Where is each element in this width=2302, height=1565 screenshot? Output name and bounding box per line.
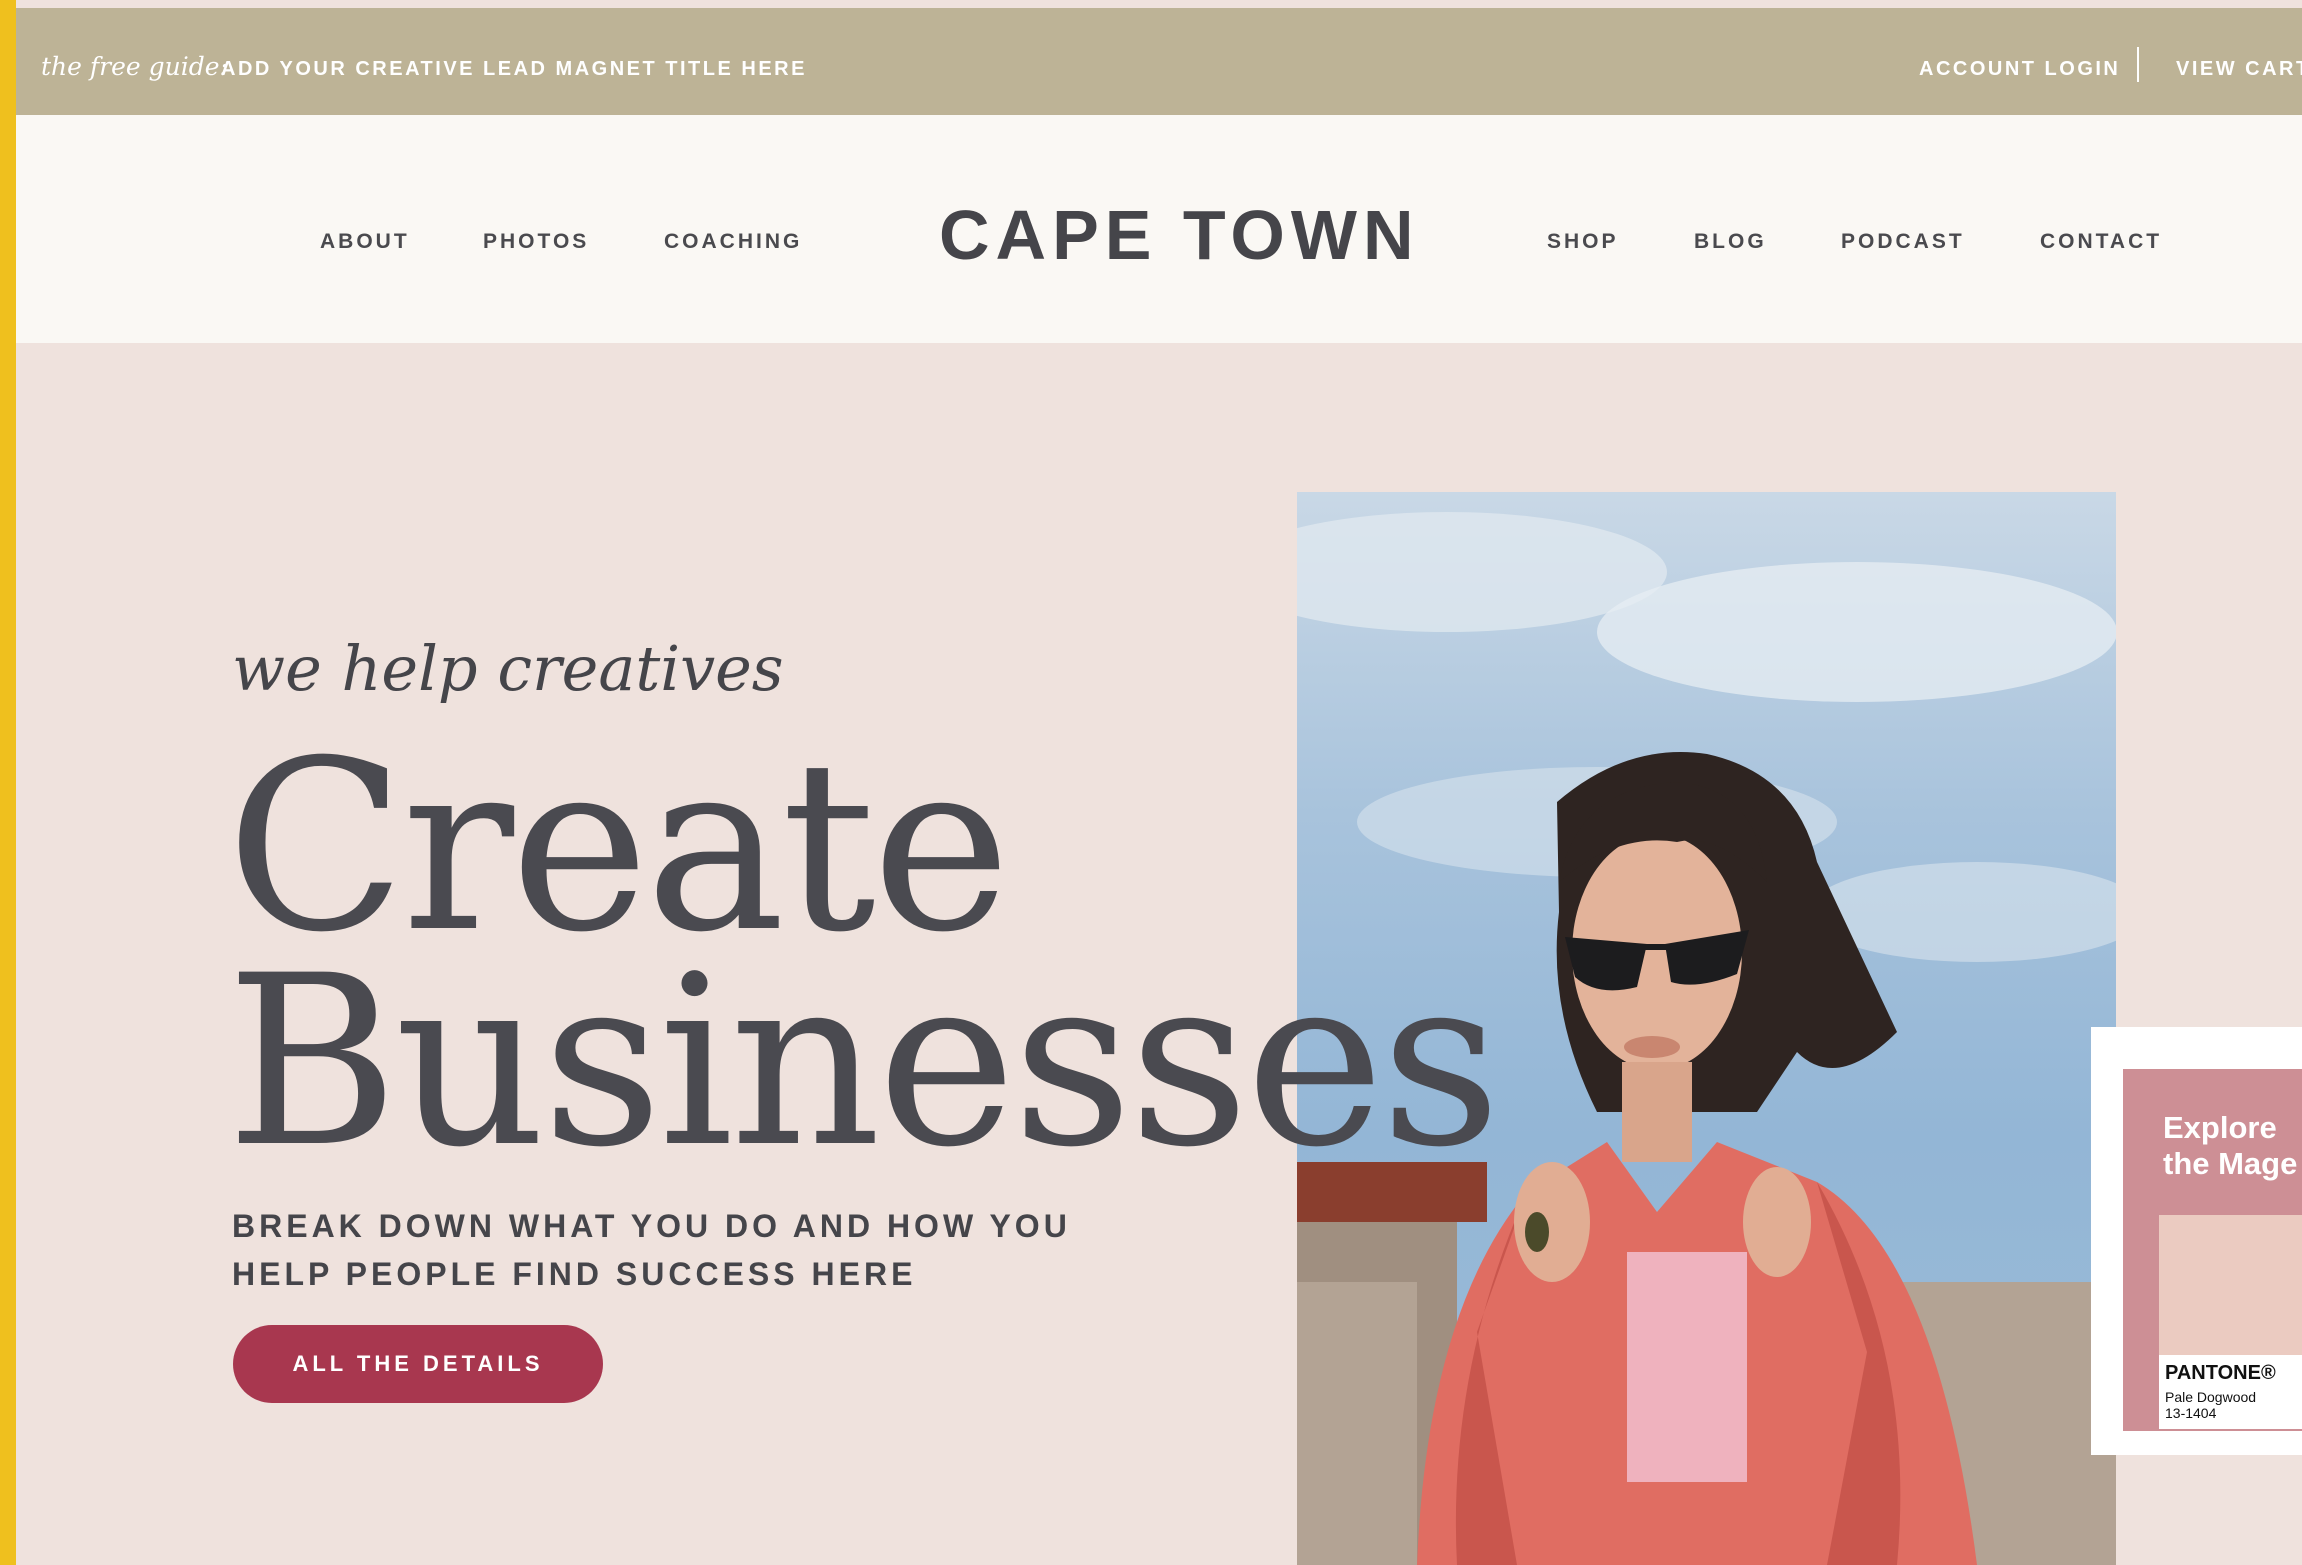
- promo-card-inner: Explore the Mage PANTONE® Pale Dogwood 1…: [2123, 1069, 2302, 1431]
- nav-podcast[interactable]: PODCAST: [1841, 230, 1965, 254]
- nav-shop[interactable]: SHOP: [1547, 230, 1619, 254]
- site-logo[interactable]: CAPE TOWN: [939, 200, 1420, 270]
- announcement-bar: the free guide: ADD YOUR CREATIVE LEAD M…: [16, 8, 2302, 115]
- nav-contact[interactable]: CONTACT: [2040, 230, 2162, 254]
- all-the-details-button[interactable]: ALL THE DETAILS: [233, 1325, 603, 1403]
- nav-about[interactable]: ABOUT: [320, 230, 410, 254]
- topbar-divider: [2137, 47, 2139, 82]
- promo-explore-line2: the Mage: [2163, 1146, 2298, 1181]
- hero-description-line1: BREAK DOWN WHAT YOU DO AND HOW YOU: [232, 1208, 1071, 1244]
- hero-tagline: we help creatives: [232, 632, 784, 705]
- free-guide-label: the free guide:: [41, 52, 228, 81]
- pantone-code-text: 13-1404: [2165, 1405, 2217, 1421]
- pantone-swatch: PANTONE® Pale Dogwood 13-1404: [2159, 1215, 2302, 1429]
- hero-description: BREAK DOWN WHAT YOU DO AND HOW YOU HELP …: [232, 1202, 1132, 1298]
- pantone-swatch-color: [2159, 1215, 2302, 1355]
- website-frame: the free guide: ADD YOUR CREATIVE LEAD M…: [16, 0, 2302, 1565]
- magazine-promo-card[interactable]: Explore the Mage PANTONE® Pale Dogwood 1…: [2091, 1027, 2302, 1455]
- pantone-color-name: Pale Dogwood 13-1404: [2165, 1389, 2256, 1421]
- view-cart-link[interactable]: VIEW CART: [2176, 58, 2302, 81]
- nav-photos[interactable]: PHOTOS: [483, 230, 589, 254]
- lead-magnet-link[interactable]: ADD YOUR CREATIVE LEAD MAGNET TITLE HERE: [221, 58, 807, 81]
- hero-description-line2: HELP PEOPLE FIND SUCCESS HERE: [232, 1256, 917, 1292]
- nav-coaching[interactable]: COACHING: [664, 230, 802, 254]
- account-login-link[interactable]: ACCOUNT LOGIN: [1919, 58, 2120, 81]
- nav-blog[interactable]: BLOG: [1694, 230, 1767, 254]
- pantone-name-text: Pale Dogwood: [2165, 1389, 2257, 1405]
- pantone-brand: PANTONE®: [2165, 1362, 2276, 1384]
- promo-explore-line1: Explore: [2163, 1110, 2277, 1145]
- promo-explore-text: Explore the Mage: [2163, 1110, 2297, 1182]
- hero-headline-line2: Businesses: [226, 926, 1501, 1199]
